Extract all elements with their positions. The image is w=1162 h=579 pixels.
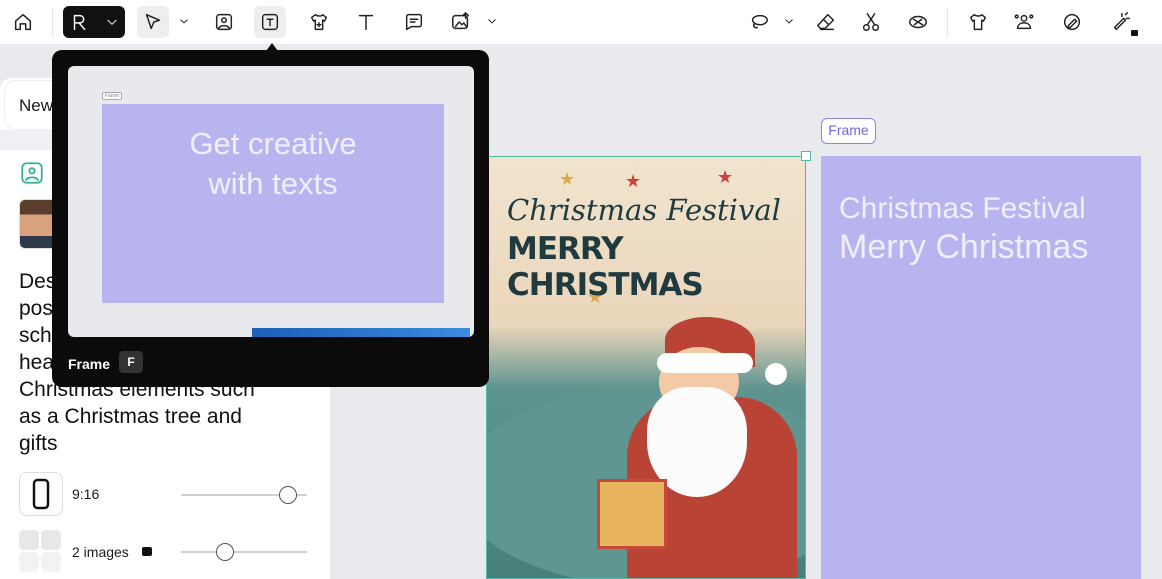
panel-image-icon[interactable] [19,160,45,186]
aspect-ratio-row: 9:16 [19,472,319,516]
eraser-tool-button[interactable] [810,6,842,38]
toolbar-divider [947,8,948,36]
comment-tool-button[interactable] [398,6,430,38]
home-icon[interactable] [7,6,39,38]
star-decoration: ★ [625,171,642,191]
lasso-icon [751,14,768,29]
aspect-ratio-thumb[interactable] [279,486,298,504]
preview-frame-tag: Frame [102,92,122,100]
santa-hat-band [657,353,753,373]
preview-frame-text-line: with texts [208,166,338,201]
gift-box [597,479,667,549]
tshirt-icon [969,13,987,31]
preview-frame-text-line: Get creative [189,126,357,161]
star-decoration: ★ [559,169,576,189]
image-count-thumb[interactable] [216,543,235,561]
star-decoration: ★ [717,167,734,187]
toolbar-divider [52,8,53,36]
lock-icon [142,547,152,556]
poster-subtitle: MERRY CHRISTMAS [507,231,704,303]
frame-area[interactable]: Christmas Festival Merry Christmas [821,156,1141,579]
tshirt-add-icon [310,13,328,31]
chevron-down-icon [107,19,117,25]
selection-handle[interactable] [801,151,811,161]
tshirt-add-button[interactable] [303,6,335,38]
logo-menu-button[interactable] [63,6,125,38]
image-count-label: 2 images [72,544,129,560]
upload-chevron-icon[interactable] [486,14,500,28]
comment-icon [405,13,423,31]
santa-pom [765,363,787,385]
select-arrow-icon [145,13,161,30]
text-icon [358,14,374,31]
upload-image-icon [452,12,470,30]
text-tool-button[interactable] [350,6,382,38]
magic-pen-button[interactable] [1104,6,1138,38]
lock-icon [1131,30,1138,36]
frame-text-line[interactable]: Christmas Festival [839,192,1086,226]
magic-pen-icon [1113,12,1130,31]
lasso-tool-button[interactable] [743,6,775,38]
poster-title: Christmas Festival [507,193,781,227]
image-count-icon[interactable] [19,530,63,574]
phone-icon [32,478,50,510]
prompt-line: gifts [19,432,58,455]
image-tool-button[interactable] [208,6,240,38]
tshirt-tool-button[interactable] [962,6,994,38]
image-count-slider[interactable] [181,543,307,561]
tooltip-label: Frame [68,356,111,372]
prompt-line: as a Christmas tree and [19,405,242,428]
image-count-row: 2 images [19,530,319,574]
scissors-icon [862,13,880,31]
preview-frame: Get creative with texts [102,104,444,303]
tooltip-preview: Frame Get creative with texts [68,66,474,337]
tab-new-label: New [19,96,54,115]
group-icon [1014,14,1034,30]
shortcut-key: F [119,351,143,373]
mask-tool-button[interactable] [902,6,934,38]
logo-icon [73,14,86,31]
frame-text-line[interactable]: Merry Christmas [839,228,1088,267]
frame-tooltip: Frame Get creative with texts Frame F [52,50,489,387]
mask-icon [909,15,927,29]
frame-text-icon [261,13,279,31]
christmas-poster-image[interactable]: ★ ★ ★ ★ Christmas Festival MERRY CHRISTM… [486,156,806,579]
preview-frame-text: Get creative with texts [102,124,444,204]
phone-ratio-button[interactable] [19,472,63,516]
edit-circle-icon [1063,13,1081,31]
top-toolbar [0,0,1162,44]
frame-tool-button[interactable] [254,6,286,38]
edit-circle-button[interactable] [1056,6,1088,38]
frame-tag[interactable]: Frame [821,118,876,144]
preview-image-strip [252,328,470,337]
aspect-ratio-slider[interactable] [181,486,307,504]
image-icon [215,13,233,31]
scissors-tool-button[interactable] [855,6,887,38]
select-tool-button[interactable] [137,6,169,38]
aspect-ratio-label: 9:16 [72,486,100,502]
select-chevron-icon[interactable] [178,14,192,28]
lasso-chevron-icon[interactable] [783,14,797,28]
eraser-icon [817,13,835,31]
group-tool-button[interactable] [1008,6,1040,38]
upload-image-button[interactable] [445,6,477,38]
panel-gap [0,130,52,150]
